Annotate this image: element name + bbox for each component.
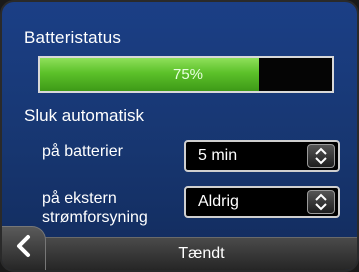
on-external-power-select[interactable]: Aldrig — [184, 186, 340, 218]
footer-bar: Tændt — [2, 237, 357, 270]
up-down-arrows-icon[interactable] — [307, 144, 335, 168]
battery-level-bar: 75% — [38, 56, 334, 93]
on-external-power-label: på ekstern strømforsyning — [42, 189, 148, 227]
settings-screen: Batteristatus 75% Sluk automatisk på bat… — [0, 0, 359, 272]
auto-off-title: Sluk automatisk — [24, 106, 144, 125]
up-down-arrows-icon[interactable] — [307, 190, 335, 214]
back-button[interactable] — [2, 226, 46, 270]
battery-status-title: Batteristatus — [24, 28, 122, 47]
on-battery-select[interactable]: 5 min — [184, 140, 340, 172]
battery-level-label: 75% — [172, 66, 204, 83]
on-external-power-value: Aldrig — [198, 193, 239, 210]
power-status-label: Tændt — [178, 245, 225, 262]
on-external-power-label-line2: strømforsyning — [42, 209, 148, 226]
on-battery-label: på batterier — [42, 143, 123, 160]
on-battery-value: 5 min — [198, 147, 238, 164]
on-external-power-label-line1: på ekstern — [42, 190, 117, 207]
chevron-left-icon — [15, 234, 33, 263]
